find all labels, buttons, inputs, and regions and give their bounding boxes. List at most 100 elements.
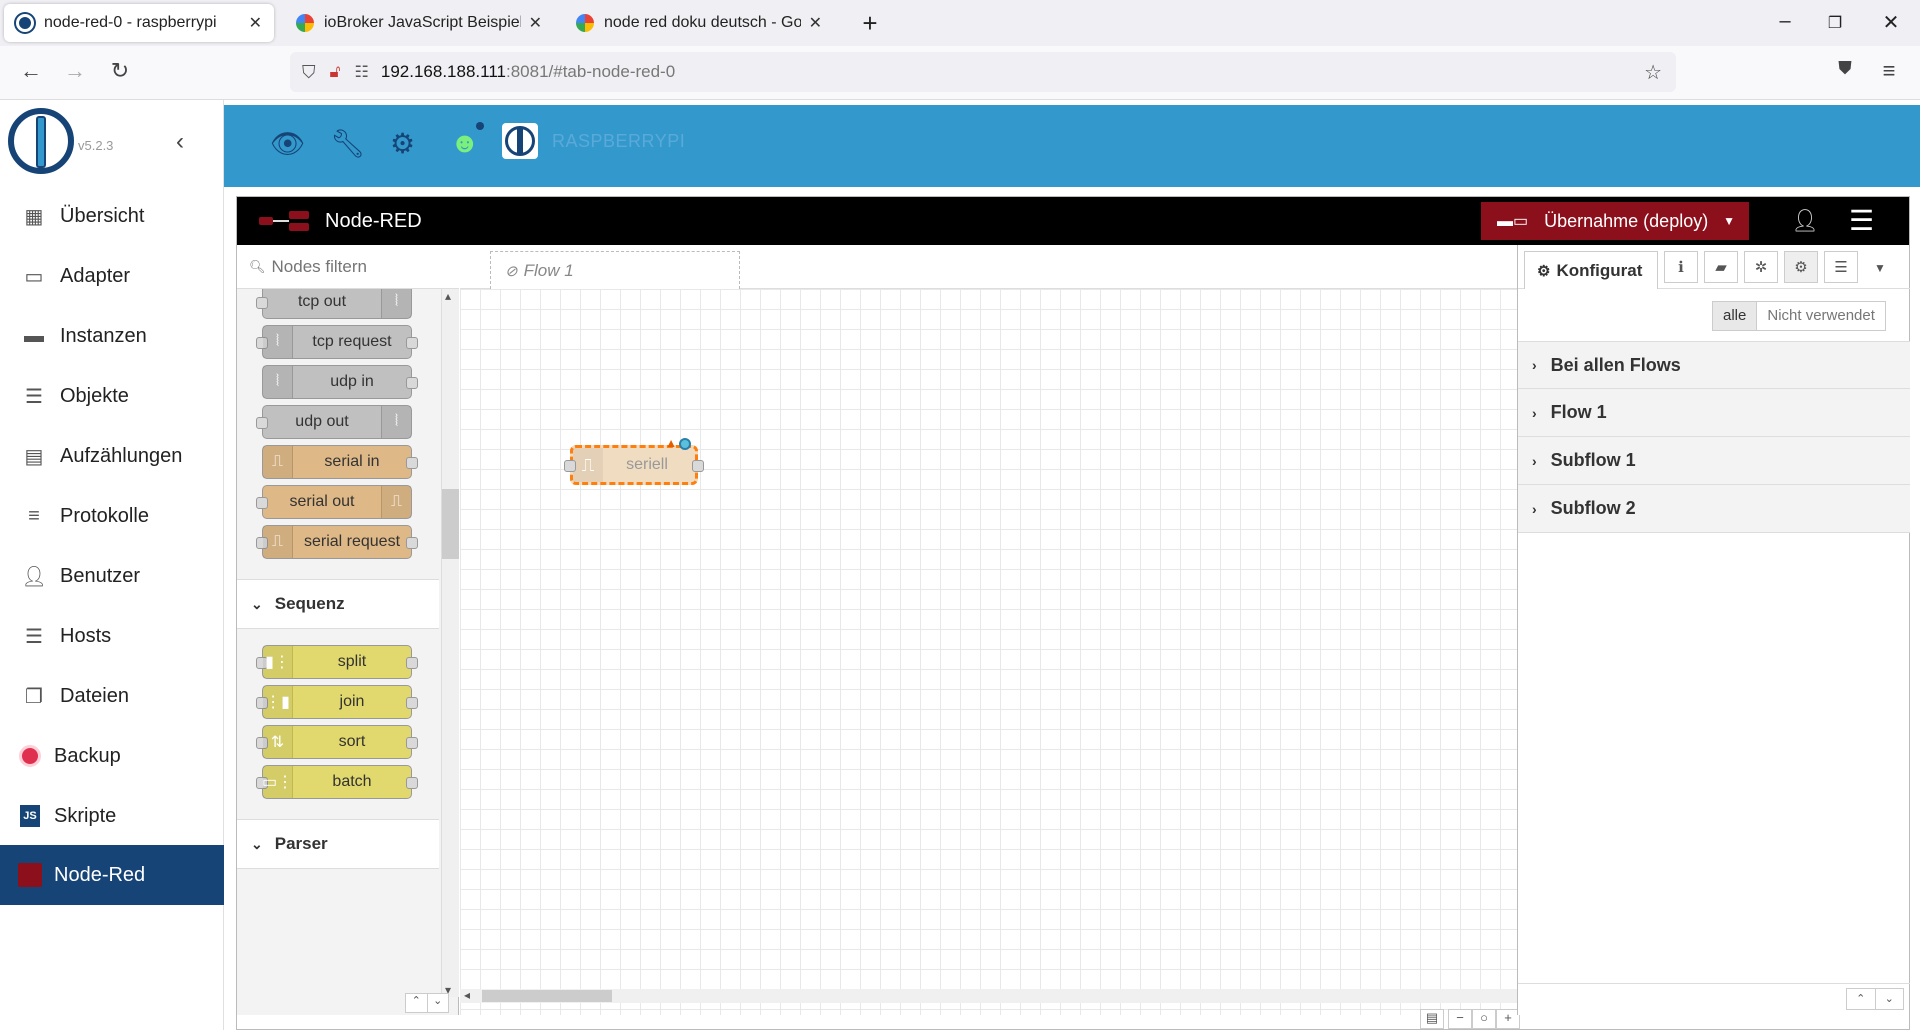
- input-port[interactable]: [564, 460, 576, 472]
- node-label: serial out: [289, 493, 355, 510]
- debug-bug-icon[interactable]: ✲: [1744, 251, 1778, 283]
- menu-item-protokolle[interactable]: ≡ Protokolle: [0, 490, 224, 542]
- menu-item-aufzaehlungen[interactable]: ▤ Aufzählungen: [0, 430, 224, 482]
- canvas-node-seriell[interactable]: ⎍ seriell ▲: [564, 436, 704, 485]
- menu-item-node-red[interactable]: Node-Red: [0, 845, 224, 905]
- menu-item-dateien[interactable]: ❐ Dateien: [0, 670, 224, 722]
- scroll-left-icon[interactable]: ◂: [464, 988, 470, 1002]
- palette-node-join[interactable]: ⋮▮ join: [256, 685, 418, 719]
- deploy-dropdown-icon[interactable]: ▼: [1723, 214, 1735, 228]
- expand-all-icon[interactable]: ⌄: [428, 994, 449, 1012]
- app-menu-icon[interactable]: ≡: [1874, 58, 1904, 84]
- palette-node-udp-in[interactable]: ⦚ udp in: [262, 365, 418, 399]
- menu-item-uebersicht[interactable]: ▦ Übersicht: [0, 190, 224, 242]
- eye-icon[interactable]: 👁︎: [270, 127, 306, 160]
- browser-tab-node-red-doku[interactable]: node red doku deutsch - Google ✕: [564, 4, 834, 42]
- section-subflow-2[interactable]: › Subflow 2: [1518, 485, 1910, 533]
- collapse-all-icon[interactable]: ⌃: [406, 994, 428, 1012]
- menu-label: Aufzählungen: [60, 444, 183, 467]
- palette-node-serial-in[interactable]: ⎍ serial in: [262, 445, 418, 479]
- scroll-thumb[interactable]: [442, 489, 459, 559]
- menu-item-instanzen[interactable]: ▬ Instanzen: [0, 310, 224, 362]
- minimize-icon[interactable]: –: [1770, 10, 1800, 33]
- palette-scrollbar[interactable]: ▴ ▾: [441, 289, 459, 997]
- navigator-icon[interactable]: ▤: [1420, 1009, 1444, 1029]
- network-icon: ⦚: [263, 326, 293, 358]
- context-database-icon[interactable]: ☰: [1824, 251, 1858, 283]
- menu-item-hosts[interactable]: ☰ Hosts: [0, 610, 224, 662]
- section-label: Flow 1: [1550, 402, 1607, 422]
- palette-node-split[interactable]: ▮⋮ split: [256, 645, 418, 679]
- collapse-chevron-icon[interactable]: ‹: [176, 128, 184, 156]
- zoom-out-icon[interactable]: −: [1448, 1009, 1472, 1029]
- sidebar-dropdown-icon[interactable]: ▼: [1874, 261, 1886, 275]
- menu-item-adapter[interactable]: ▭ Adapter: [0, 250, 224, 302]
- back-arrow-icon[interactable]: ←: [16, 58, 46, 84]
- palette-category-sequenz[interactable]: ⌄ Sequenz: [237, 579, 439, 629]
- insecure-lock-icon[interactable]: 🔓︎: [330, 62, 341, 82]
- google-icon: [576, 14, 594, 32]
- palette-node-sort[interactable]: ⇅ sort: [256, 725, 418, 759]
- scroll-thumb[interactable]: [482, 990, 612, 1002]
- expand-all-icon[interactable]: ⌄: [1875, 988, 1904, 1010]
- permissions-icon[interactable]: ☷: [355, 62, 369, 82]
- menu-item-skripte[interactable]: JS Skripte: [0, 790, 224, 842]
- shield-icon[interactable]: ⛉: [302, 62, 316, 83]
- palette-collapse-controls[interactable]: ⌃ ⌄: [405, 993, 449, 1013]
- brightness-icon[interactable]: ⚙: [390, 127, 415, 160]
- tab-title: node-red-0 - raspberrypi: [44, 14, 217, 31]
- filter-unused-button[interactable]: Nicht verwendet: [1757, 301, 1886, 331]
- output-port[interactable]: [692, 460, 704, 472]
- main-menu-icon[interactable]: ☰: [1849, 204, 1874, 237]
- window-close-icon[interactable]: ✕: [1876, 10, 1906, 35]
- collapse-all-icon[interactable]: ⌃: [1846, 988, 1876, 1010]
- new-tab-plus-icon[interactable]: +: [855, 8, 885, 39]
- restore-icon[interactable]: ❐: [1820, 13, 1850, 33]
- browser-tab-iobroker-js[interactable]: ioBroker JavaScript Beispiele - G ✕: [284, 4, 554, 42]
- wrench-icon[interactable]: 🔧︎: [330, 127, 366, 160]
- menu-item-backup[interactable]: Backup: [0, 730, 224, 782]
- palette-filter[interactable]: 🔍︎: [237, 245, 459, 289]
- sidebar-tab-config[interactable]: ⚙ Konfigurat: [1524, 251, 1658, 289]
- palette-node-tcp-request[interactable]: ⦚ tcp request: [256, 325, 418, 359]
- flow-tab[interactable]: ⊘ Flow 1: [490, 251, 740, 289]
- book-icon[interactable]: ▰: [1704, 251, 1738, 283]
- forward-arrow-icon[interactable]: →: [60, 58, 90, 84]
- close-icon[interactable]: ✕: [529, 13, 542, 33]
- section-flow-1[interactable]: › Flow 1: [1518, 389, 1910, 437]
- pocket-icon[interactable]: ⛊: [1830, 58, 1860, 79]
- notification-dot: [476, 122, 484, 130]
- url-bar[interactable]: ⛉ 🔓︎ ☷ 192.168.188.111 :8081/#tab-node-r…: [290, 52, 1676, 92]
- node-red-icon: [18, 863, 42, 887]
- gear-icon: ⚙: [1537, 262, 1551, 280]
- zoom-reset-icon[interactable]: ○: [1472, 1009, 1496, 1029]
- info-icon[interactable]: ℹ: [1664, 251, 1698, 283]
- user-icon[interactable]: 👤︎: [1791, 208, 1819, 234]
- section-subflow-1[interactable]: › Subflow 1: [1518, 437, 1910, 485]
- palette-filter-input[interactable]: [271, 256, 452, 277]
- reload-icon[interactable]: ↻: [105, 58, 135, 84]
- palette-category-parser[interactable]: ⌄ Parser: [237, 819, 439, 869]
- chevron-right-icon: ›: [1532, 452, 1537, 469]
- menu-item-benutzer[interactable]: 👤︎ Benutzer: [0, 550, 224, 602]
- network-icon: ⦚: [263, 366, 293, 398]
- menu-label: Protokolle: [60, 504, 149, 527]
- config-gear-icon[interactable]: ⚙: [1784, 251, 1818, 283]
- bookmark-star-icon[interactable]: ☆: [1644, 60, 1662, 85]
- section-all-flows[interactable]: › Bei allen Flows: [1518, 341, 1910, 389]
- close-icon[interactable]: ✕: [809, 13, 822, 33]
- browser-tab-node-red[interactable]: node-red-0 - raspberrypi ✕: [4, 4, 274, 42]
- palette-node-udp-out[interactable]: udp out ⦚: [256, 405, 412, 439]
- close-icon[interactable]: ✕: [249, 13, 262, 33]
- palette-node-serial-request[interactable]: ⎍ serial request: [256, 525, 418, 559]
- palette-node-batch[interactable]: ▭⋮ batch: [256, 765, 418, 799]
- node-label: sort: [338, 733, 366, 750]
- expert-mode-icon[interactable]: ☻: [450, 127, 479, 159]
- category-label: Parser: [274, 834, 328, 853]
- scroll-up-icon[interactable]: ▴: [445, 289, 451, 303]
- palette-node-serial-out[interactable]: serial out ⎍: [256, 485, 412, 519]
- filter-all-button[interactable]: alle: [1712, 301, 1758, 331]
- menu-item-objekte[interactable]: ☰ Objekte: [0, 370, 224, 422]
- palette-node-tcp-out[interactable]: tcp out ⦚: [256, 289, 412, 319]
- deploy-button[interactable]: ▬▭ Übernahme (deploy) ▼: [1481, 202, 1749, 240]
